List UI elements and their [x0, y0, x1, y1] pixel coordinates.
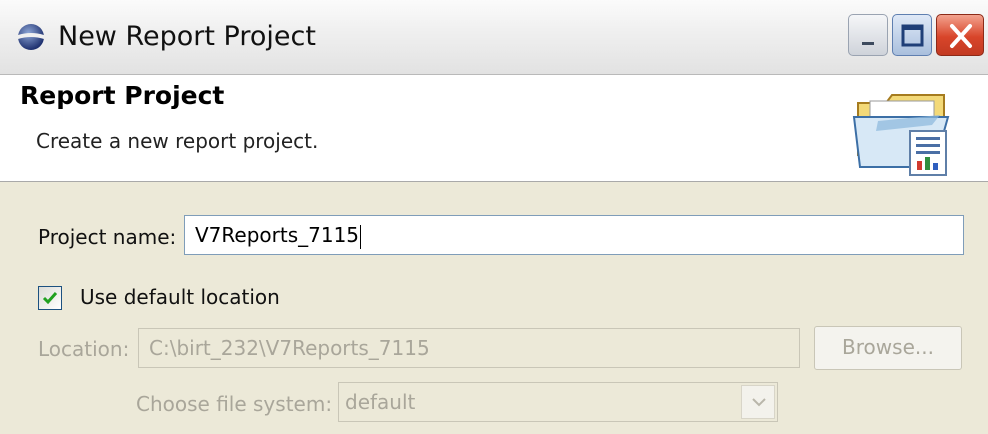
project-name-input[interactable]: V7Reports_7115	[184, 215, 964, 255]
checkmark-icon	[42, 292, 58, 305]
location-input[interactable]: C:\birt_232\V7Reports_7115	[138, 328, 800, 368]
close-icon	[950, 24, 972, 48]
use-default-location-checkbox[interactable]	[38, 286, 62, 310]
text-caret	[360, 224, 362, 249]
select-dropdown-button[interactable]	[741, 385, 775, 419]
title-bar[interactable]: New Report Project	[0, 0, 988, 75]
file-system-value: default	[345, 390, 416, 414]
browse-button[interactable]: Browse...	[814, 326, 962, 370]
maximize-button[interactable]	[892, 14, 932, 56]
file-system-select[interactable]: default	[338, 382, 778, 422]
minimize-icon	[862, 42, 874, 45]
banner-description: Create a new report project.	[36, 129, 319, 153]
location-label: Location:	[38, 337, 130, 361]
project-name-label: Project name:	[38, 225, 177, 249]
maximize-icon	[901, 24, 924, 47]
new-report-project-dialog: New Report Project Report Project Create…	[0, 0, 988, 434]
project-name-value: V7Reports_7115	[195, 223, 360, 247]
use-default-location-label[interactable]: Use default location	[80, 285, 280, 309]
close-button[interactable]	[936, 14, 984, 56]
window-title: New Report Project	[58, 21, 316, 52]
chevron-down-icon	[752, 398, 766, 407]
app-globe-icon	[18, 24, 44, 50]
wizard-body: Project name: V7Reports_7115 Use default…	[0, 182, 988, 434]
file-system-label: Choose file system:	[136, 392, 333, 416]
wizard-banner: Report Project Create a new report proje…	[0, 75, 988, 182]
report-project-wizard-icon	[852, 94, 950, 176]
minimize-button[interactable]	[848, 14, 888, 56]
banner-title: Report Project	[20, 81, 225, 110]
